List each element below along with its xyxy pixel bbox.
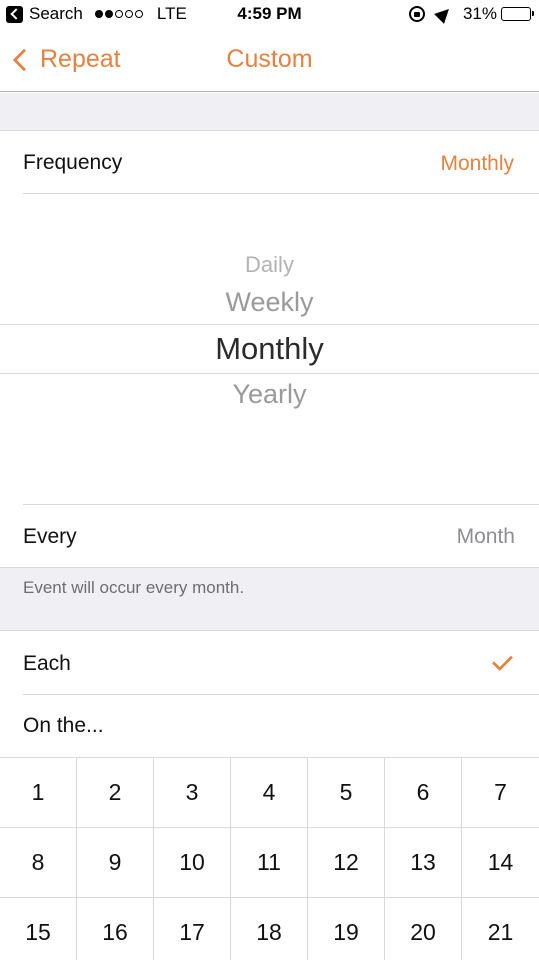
section-footer [0, 567, 539, 631]
picker-option-weekly[interactable]: Weekly [0, 287, 539, 318]
day-cell-16[interactable]: 16 [77, 898, 154, 960]
day-cell-6[interactable]: 6 [385, 758, 462, 828]
on-the-label: On the... [23, 714, 104, 737]
status-bar: Search LTE 4:59 PM 31% [0, 0, 539, 30]
day-cell-9[interactable]: 9 [77, 828, 154, 898]
signal-dot [104, 10, 113, 18]
each-label: Each [23, 652, 71, 675]
picker-option-yearly[interactable]: Yearly [0, 379, 539, 410]
day-cell-12[interactable]: 12 [308, 828, 385, 898]
network-type: LTE [156, 4, 187, 23]
back-to-app-icon[interactable] [6, 5, 23, 23]
picker-selection-bottom-line [0, 373, 539, 374]
frequency-picker[interactable]: Daily Weekly Monthly Yearly [0, 194, 539, 504]
day-cell-1[interactable]: 1 [0, 758, 77, 828]
each-row[interactable]: Each [0, 632, 539, 694]
cellular-signal-icon [94, 10, 145, 18]
status-left[interactable]: Search LTE [6, 4, 187, 24]
day-cell-17[interactable]: 17 [154, 898, 231, 960]
location-arrow-icon [434, 4, 454, 24]
signal-dot [94, 10, 103, 18]
frequency-label: Frequency [23, 151, 123, 174]
day-cell-18[interactable]: 18 [231, 898, 308, 960]
day-cell-4[interactable]: 4 [231, 758, 308, 828]
back-button[interactable]: Repeat [10, 45, 121, 74]
day-of-month-grid: 1 2 3 4 5 6 7 8 9 10 11 12 13 14 15 16 17 18 19 20 21 [0, 757, 539, 960]
day-cell-14[interactable]: 14 [462, 828, 539, 898]
signal-dot [134, 10, 143, 18]
day-cell-10[interactable]: 10 [154, 828, 231, 898]
signal-dot [114, 10, 123, 18]
day-cell-20[interactable]: 20 [385, 898, 462, 960]
day-cell-21[interactable]: 21 [462, 898, 539, 960]
signal-dot [124, 10, 133, 18]
every-label: Every [23, 525, 77, 548]
navigation-bar: Repeat Custom [0, 30, 539, 92]
day-cell-8[interactable]: 8 [0, 828, 77, 898]
frequency-row[interactable]: Frequency Monthly [0, 132, 539, 194]
day-cell-2[interactable]: 2 [77, 758, 154, 828]
rotation-lock-icon [408, 6, 425, 22]
battery-percentage: 31% [462, 4, 497, 23]
picker-selection-top-line [0, 324, 539, 325]
battery-icon [501, 7, 534, 21]
day-cell-7[interactable]: 7 [462, 758, 539, 828]
day-cell-15[interactable]: 15 [0, 898, 77, 960]
day-cell-11[interactable]: 11 [231, 828, 308, 898]
back-button-label[interactable]: Repeat [40, 45, 121, 74]
chevron-left-icon[interactable] [12, 48, 36, 71]
frequency-value[interactable]: Monthly [440, 152, 514, 176]
day-cell-13[interactable]: 13 [385, 828, 462, 898]
recurrence-summary: Event will occur every month. [23, 578, 245, 597]
every-value[interactable]: Month [457, 525, 515, 549]
day-cell-5[interactable]: 5 [308, 758, 385, 828]
day-cell-19[interactable]: 19 [308, 898, 385, 960]
on-the-row[interactable]: On the... [0, 695, 539, 757]
picker-option-monthly[interactable]: Monthly [0, 331, 539, 367]
status-right: 31% [408, 4, 534, 24]
section-spacer [0, 93, 539, 131]
day-cell-3[interactable]: 3 [154, 758, 231, 828]
picker-option-daily[interactable]: Daily [0, 252, 539, 278]
back-to-app-label[interactable]: Search [29, 4, 83, 24]
every-row[interactable]: Every Month [0, 505, 539, 567]
